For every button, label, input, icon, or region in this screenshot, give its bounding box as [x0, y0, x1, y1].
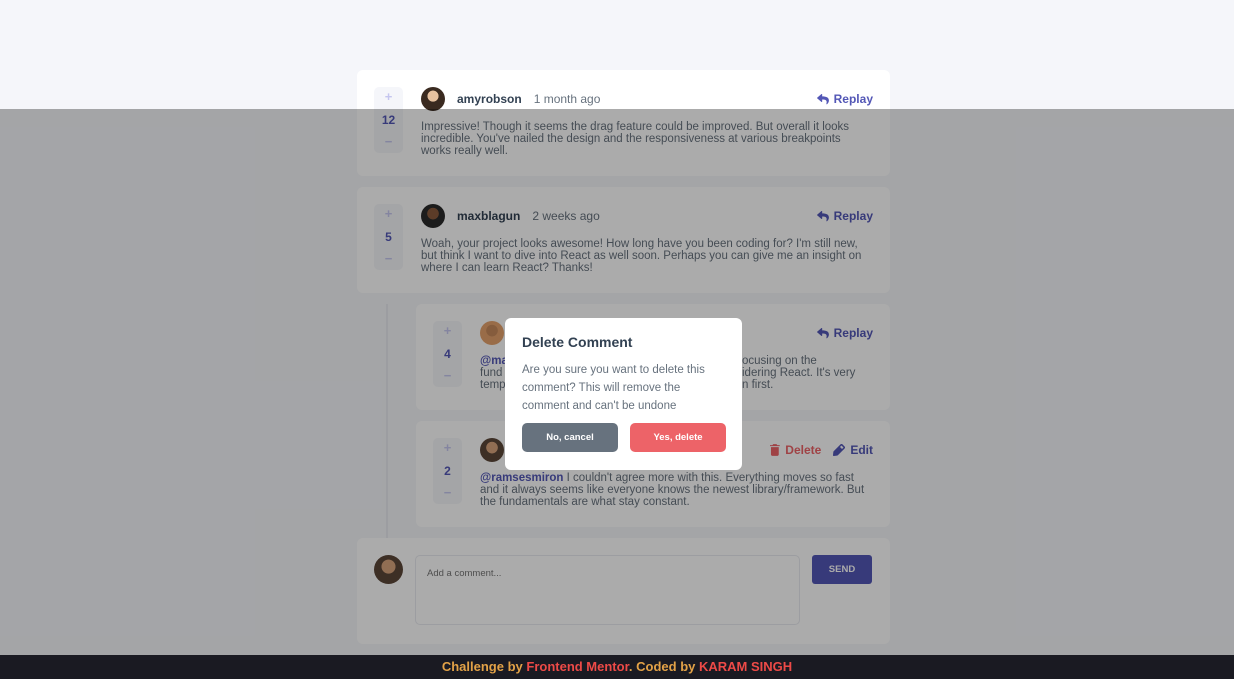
avatar	[421, 87, 445, 111]
timestamp: 1 month ago	[533, 92, 601, 106]
footer-prefix: Challenge by	[441, 659, 527, 674]
frontend-mentor-link[interactable]: Frontend Mentor	[526, 659, 629, 674]
attribution-footer: Challenge by Frontend Mentor. Coded by K…	[0, 655, 1234, 679]
modal-message: Are you sure you want to delete this com…	[522, 364, 705, 412]
delete-modal: Delete Comment Are you sure you want to …	[505, 318, 742, 470]
modal-actions: No, cancel Yes, delete	[522, 423, 726, 452]
username: amyrobson	[457, 92, 522, 106]
upvote-button[interactable]: +	[385, 90, 393, 104]
comments-page: + 12 − amyrobson 1 month ago Replay Impr…	[0, 0, 1234, 679]
reply-button[interactable]: Replay	[816, 92, 873, 106]
confirm-delete-button[interactable]: Yes, delete	[630, 423, 726, 452]
reply-icon	[816, 93, 829, 104]
modal-title: Delete Comment	[522, 334, 633, 350]
footer-middle: . Coded by	[628, 659, 699, 674]
author-link[interactable]: KARAM SINGH	[699, 659, 792, 674]
comment-header: amyrobson 1 month ago Replay	[421, 87, 873, 111]
reply-label: Replay	[833, 92, 873, 106]
cancel-button[interactable]: No, cancel	[522, 423, 618, 452]
